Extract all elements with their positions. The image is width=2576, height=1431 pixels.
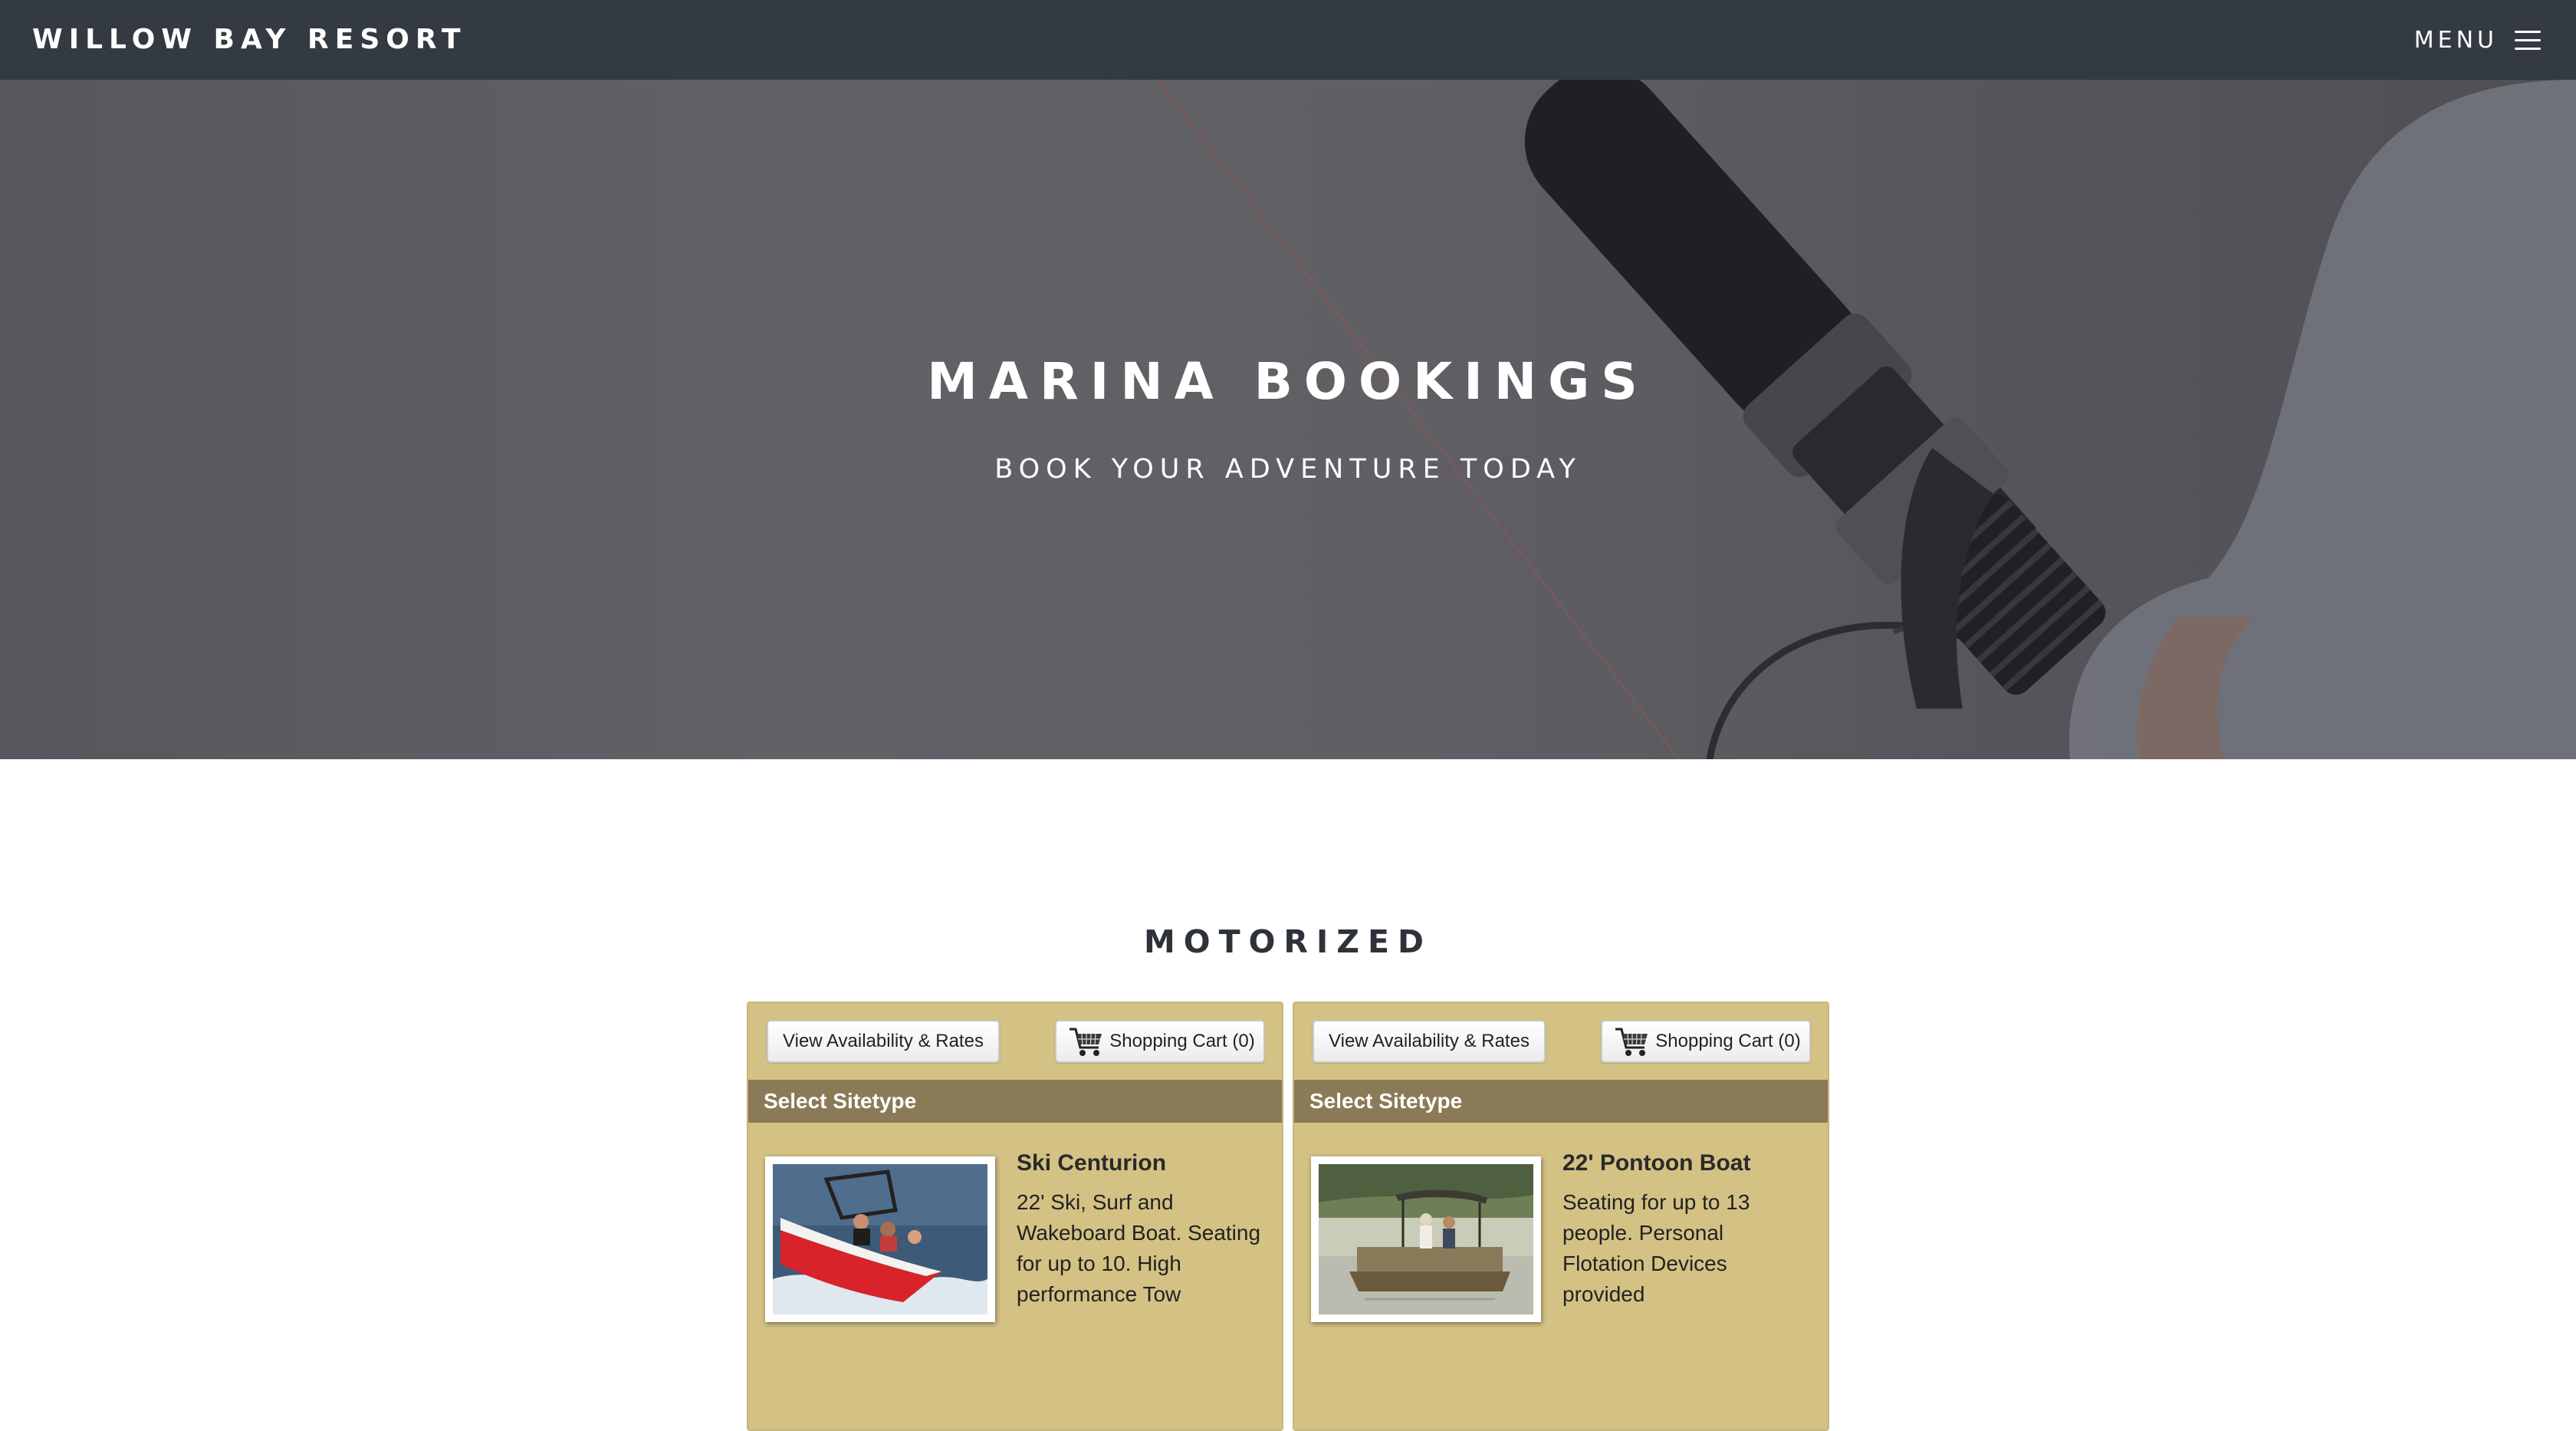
item-description: Seating for up to 13 people. Personal Fl… xyxy=(1562,1190,1750,1306)
view-availability-button[interactable]: View Availability & Rates xyxy=(767,1020,1000,1063)
menu-button[interactable]: MENU xyxy=(2414,0,2541,80)
booking-card-pontoon-boat: View Availability & Rates Shopping Cart … xyxy=(1293,1002,1829,1431)
item-name[interactable]: 22' Pontoon Boat xyxy=(1562,1150,1750,1176)
menu-label: MENU xyxy=(2413,26,2498,54)
hero-title: MARINA BOOKINGS xyxy=(927,352,1649,411)
hero-subtitle: BOOK YOUR ADVENTURE TODAY xyxy=(994,454,1582,485)
view-availability-button[interactable]: View Availability & Rates xyxy=(1313,1020,1546,1063)
hamburger-icon xyxy=(2515,29,2541,51)
shopping-cart-icon xyxy=(1615,1028,1648,1056)
ski-centurion-photo[interactable] xyxy=(765,1156,995,1322)
booking-card-ski-centurion: View Availability & Rates Shopping Cart … xyxy=(747,1002,1283,1431)
pontoon-boat-image xyxy=(1319,1164,1533,1314)
shopping-cart-label: Shopping Cart (0) xyxy=(1109,1031,1255,1051)
shopping-cart-button[interactable]: Shopping Cart (0) xyxy=(1055,1020,1265,1063)
item-name[interactable]: Ski Centurion xyxy=(1017,1150,1166,1176)
shopping-cart-icon xyxy=(1070,1028,1102,1056)
select-sitetype-header: Select Sitetype xyxy=(1294,1080,1828,1123)
item-description: 22' Ski, Surf and Wakeboard Boat. Seatin… xyxy=(1017,1190,1261,1306)
site-brand[interactable]: WILLOW BAY RESORT xyxy=(32,0,467,80)
shopping-cart-label: Shopping Cart (0) xyxy=(1655,1031,1801,1051)
hero-banner: MARINA BOOKINGS BOOK YOUR ADVENTURE TODA… xyxy=(0,80,2576,759)
pontoon-boat-photo[interactable] xyxy=(1311,1156,1541,1322)
ski-boat-image xyxy=(773,1164,987,1314)
section-title-motorized: MOTORIZED xyxy=(1143,923,1433,960)
shopping-cart-button[interactable]: Shopping Cart (0) xyxy=(1601,1020,1811,1063)
top-navbar: WILLOW BAY RESORT MENU xyxy=(0,0,2576,80)
select-sitetype-header: Select Sitetype xyxy=(748,1080,1282,1123)
